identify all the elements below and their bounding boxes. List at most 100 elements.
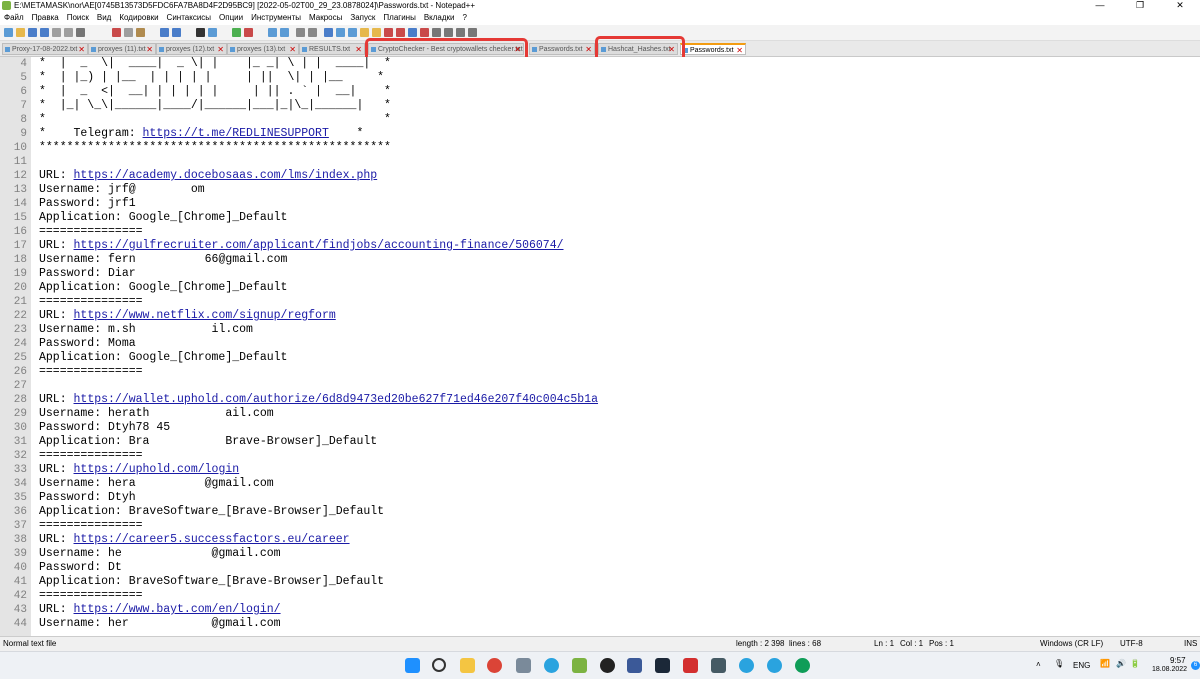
url-link[interactable]: https://www.netflix.com/signup/regform <box>74 309 336 322</box>
zoom-out-icon[interactable] <box>244 28 253 37</box>
editor-line[interactable]: 24 Password: Moma. <box>0 337 1200 351</box>
editor-line[interactable]: 34 Username: heraaaaaaaaaaa@gmail.com <box>0 477 1200 491</box>
macro-save-icon[interactable] <box>468 28 477 37</box>
text-editor[interactable]: 4 * | _ \| ____| _ \| | |_ _| \ | | ____|… <box>0 57 1200 636</box>
editor-line[interactable]: 15 Application: Google_[Chrome]_Default <box>0 211 1200 225</box>
tab-close-icon[interactable]: ✕ <box>217 44 224 54</box>
menu-language[interactable]: Синтаксисы <box>163 11 216 25</box>
editor-line[interactable]: 21 =============== <box>0 295 1200 309</box>
url-link[interactable]: https://gulfrecruiter.com/applicant/find… <box>74 239 564 252</box>
tab-results[interactable]: RESULTS.txt ✕ <box>299 43 365 55</box>
url-link[interactable]: https://www.bayt.com/en/login/ <box>74 603 281 616</box>
tab-close-icon[interactable]: ✕ <box>78 44 85 54</box>
minimize-button[interactable]: — <box>1080 0 1120 11</box>
menu-file[interactable]: Файл <box>0 11 28 25</box>
notepadpp-taskbar-icon[interactable] <box>572 658 587 673</box>
tab-proxyes-13[interactable]: proxyes (13).txt ✕ <box>227 43 299 55</box>
editor-line[interactable]: 30 Password: Dtyh78 45 <box>0 421 1200 435</box>
save-icon[interactable] <box>28 28 37 37</box>
tab-close-icon[interactable]: ✕ <box>355 44 362 54</box>
editor-line[interactable]: 25 Application: Google_[Chrome]_Default <box>0 351 1200 365</box>
editor-line[interactable]: 23 Username: m.shaaaaaaaaaaail.com <box>0 323 1200 337</box>
file-explorer-icon[interactable] <box>460 658 475 673</box>
editor-line[interactable]: 10 **************************************… <box>0 141 1200 155</box>
editor-line[interactable]: 39 Username: heaaaaaaaaaaaaa@gmail.com <box>0 547 1200 561</box>
redo-icon[interactable] <box>172 28 181 37</box>
editor-line[interactable]: 12 URL: https://academy.docebosaas.com/lm… <box>0 169 1200 183</box>
close-file-icon[interactable] <box>52 28 61 37</box>
editor-line[interactable]: 29 Username: herathaaaaaaaaaaaail.com <box>0 407 1200 421</box>
indent-guide-icon[interactable] <box>324 28 333 37</box>
app-icon[interactable] <box>516 658 531 673</box>
menu-search[interactable]: Поиск <box>63 11 93 25</box>
editor-line[interactable]: 43 URL: https://www.bayt.com/en/login/ <box>0 603 1200 617</box>
microphone-icon[interactable]: 🎙 <box>1054 659 1064 668</box>
macro-stop-icon[interactable] <box>432 28 441 37</box>
menu-tools[interactable]: Инструменты <box>247 11 305 25</box>
editor-line[interactable]: 42 =============== <box>0 589 1200 603</box>
tab-close-icon[interactable]: ✕ <box>585 44 592 54</box>
editor-line[interactable]: 40 Password: Dt_ <box>0 561 1200 575</box>
monitoring-icon[interactable] <box>384 28 393 37</box>
menu-view[interactable]: Вид <box>93 11 115 25</box>
clock-time[interactable]: 9:57 <box>1170 656 1186 665</box>
telegram-icon[interactable] <box>739 658 754 673</box>
editor-line[interactable]: 27 <box>0 379 1200 393</box>
close-button[interactable]: ✕ <box>1160 0 1200 11</box>
replace-icon[interactable] <box>208 28 217 37</box>
chrome-icon[interactable] <box>487 658 502 673</box>
chevron-up-icon[interactable]: ˄ <box>1036 660 1041 669</box>
editor-line[interactable]: 22 URL: https://www.netflix.com/signup/re… <box>0 309 1200 323</box>
maximize-button[interactable]: ❐ <box>1120 0 1160 11</box>
url-link[interactable]: https://uphold.com/login <box>74 463 240 476</box>
search-icon[interactable] <box>432 658 446 672</box>
macro-play-multiple-icon[interactable] <box>456 28 465 37</box>
battery-icon[interactable]: 🔋 <box>1130 659 1140 668</box>
document-map-icon[interactable] <box>348 28 357 37</box>
show-all-chars-icon[interactable] <box>308 28 317 37</box>
zoom-in-icon[interactable] <box>232 28 241 37</box>
tab-proxyes-12[interactable]: proxyes (12).txt ✕ <box>156 43 227 55</box>
tab-proxyes-11[interactable]: proxyes (11).txt ✕ <box>88 43 156 55</box>
url-link[interactable]: https://wallet.uphold.com/authorize/6d8d… <box>74 393 599 406</box>
url-link[interactable]: https://career5.successfactors.eu/career <box>74 533 350 546</box>
start-icon[interactable] <box>405 658 420 673</box>
tab-close-icon[interactable]: ✕ <box>736 45 743 54</box>
menu-encoding[interactable]: Кодировки <box>115 11 162 25</box>
editor-line[interactable]: 35 Password: Dtyh <box>0 491 1200 505</box>
editor-line[interactable]: 11 <box>0 155 1200 169</box>
menu-plugins[interactable]: Плагины <box>379 11 419 25</box>
app-icon[interactable] <box>655 658 670 673</box>
menu-edit[interactable]: Правка <box>28 11 63 25</box>
editor-line[interactable]: 17 URL: https://gulfrecruiter.com/applica… <box>0 239 1200 253</box>
telegram-icon[interactable] <box>544 658 559 673</box>
tab-passwords-1[interactable]: Passwords.txt ✕ <box>529 43 595 55</box>
volume-icon[interactable]: 🔊 <box>1116 659 1126 668</box>
menu-window[interactable]: Вкладки <box>420 11 459 25</box>
folder-workspace-icon[interactable] <box>372 28 381 37</box>
menu-run[interactable]: Запуск <box>346 11 379 25</box>
tab-passwords-active[interactable]: Passwords.txt ✕ <box>680 43 746 55</box>
language-indicator[interactable]: ENG <box>1073 661 1090 670</box>
editor-line[interactable]: 9 * Telegram: https://t.me/REDLINESUPPORT… <box>0 127 1200 141</box>
editor-line[interactable]: 19 Password: Diara <box>0 267 1200 281</box>
filezilla-icon[interactable] <box>683 658 698 673</box>
editor-line[interactable]: 7 * |_| \_\|______|____/|______|___|_|\_|… <box>0 99 1200 113</box>
app-icon[interactable] <box>711 658 726 673</box>
editor-line[interactable]: 36 Application: BraveSoftware_[Brave-Brow… <box>0 505 1200 519</box>
editor-line[interactable]: 5 * | |_) | |__ | | | | | | || \| | |__ * <box>0 71 1200 85</box>
new-file-icon[interactable] <box>4 28 13 37</box>
macro-play-icon[interactable] <box>444 28 453 37</box>
open-file-icon[interactable] <box>16 28 25 37</box>
editor-line[interactable]: 37 =============== <box>0 519 1200 533</box>
editor-line[interactable]: 44 Username: heraaaaaaaaaaaa@gmail.com <box>0 617 1200 631</box>
app-icon[interactable] <box>600 658 615 673</box>
editor-line[interactable]: 14 Password: jrf1 '' <box>0 197 1200 211</box>
clock-date[interactable]: 18.08.2022 <box>1152 666 1187 673</box>
find-icon[interactable] <box>196 28 205 37</box>
sync-horizontal-icon[interactable] <box>280 28 289 37</box>
url-link[interactable]: https://academy.docebosaas.com/lms/index… <box>74 169 378 182</box>
editor-line[interactable]: 28 URL: https://wallet.uphold.com/authori… <box>0 393 1200 407</box>
copy-icon[interactable] <box>124 28 133 37</box>
tab-close-icon[interactable]: ✕ <box>146 44 153 54</box>
